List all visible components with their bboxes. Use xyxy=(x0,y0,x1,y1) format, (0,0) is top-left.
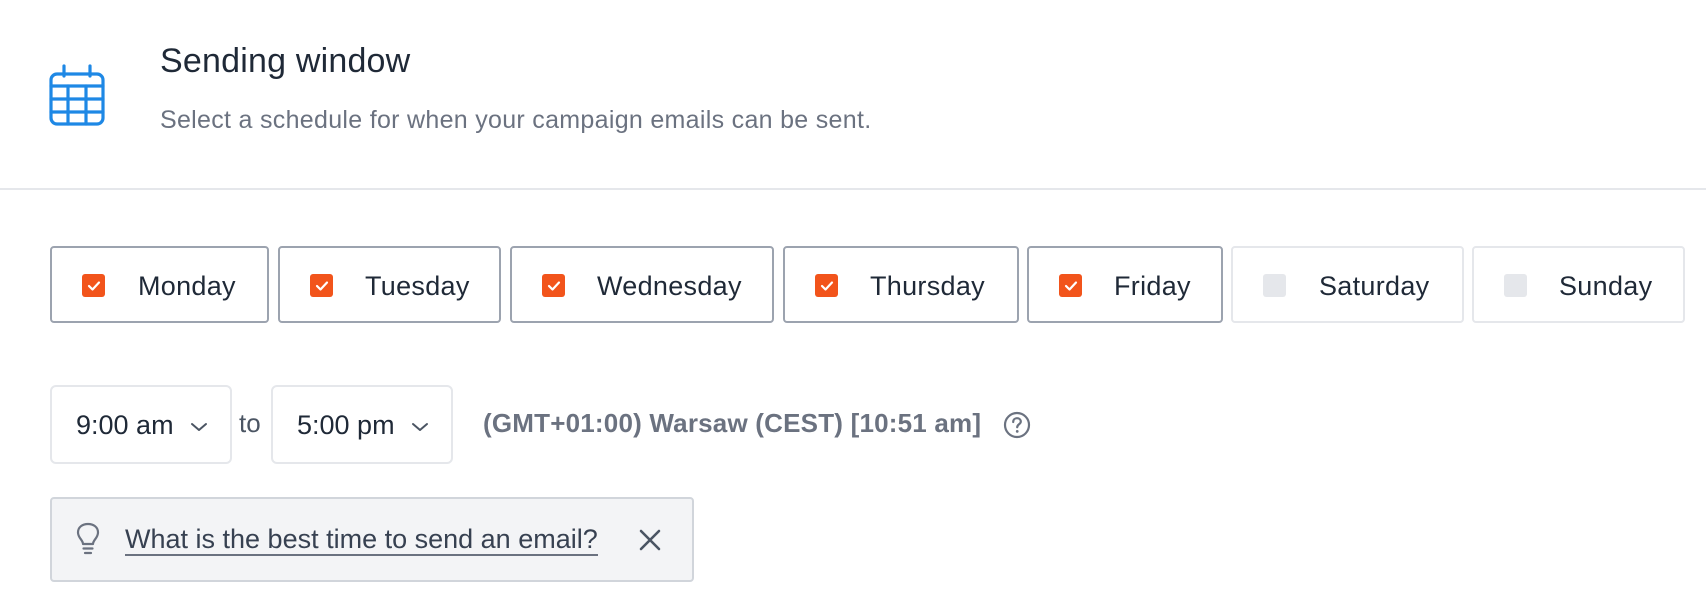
end-time-value: 5:00 pm xyxy=(297,410,395,440)
day-toggle-tuesday[interactable]: Tuesday xyxy=(278,246,501,323)
day-checkbox[interactable] xyxy=(82,274,105,297)
day-toggle-sunday[interactable]: Sunday xyxy=(1472,246,1685,323)
day-toggle-friday[interactable]: Friday xyxy=(1027,246,1223,323)
close-icon[interactable] xyxy=(638,528,662,552)
day-checkbox[interactable] xyxy=(815,274,838,297)
checkmark-icon xyxy=(87,280,100,291)
chevron-down-icon xyxy=(412,423,428,431)
section-title: Sending window xyxy=(160,42,411,80)
day-toggle-wednesday[interactable]: Wednesday xyxy=(510,246,774,323)
end-time-select[interactable]: 5:00 pm xyxy=(271,385,453,464)
day-label: Monday xyxy=(138,271,236,301)
section-header: Sending window Select a schedule for whe… xyxy=(0,0,1706,190)
start-time-value: 9:00 am xyxy=(76,410,174,440)
day-checkbox[interactable] xyxy=(542,274,565,297)
checkmark-icon xyxy=(1064,280,1077,291)
timezone-label: (GMT+01:00) Warsaw (CEST) [10:51 am] xyxy=(483,408,982,438)
checkmark-icon xyxy=(547,280,560,291)
day-toggle-saturday[interactable]: Saturday xyxy=(1231,246,1464,323)
day-label: Friday xyxy=(1114,271,1191,301)
calendar-icon xyxy=(49,64,105,126)
day-checkbox[interactable] xyxy=(1059,274,1082,297)
day-checkbox[interactable] xyxy=(310,274,333,297)
checkmark-icon xyxy=(315,280,328,291)
day-label: Saturday xyxy=(1319,271,1430,301)
start-time-select[interactable]: 9:00 am xyxy=(50,385,232,464)
day-label: Sunday xyxy=(1559,271,1653,301)
help-icon[interactable] xyxy=(1003,411,1031,439)
section-subtitle: Select a schedule for when your campaign… xyxy=(160,106,872,134)
time-range-separator: to xyxy=(239,408,261,438)
chevron-down-icon xyxy=(191,423,207,431)
checkmark-icon xyxy=(820,280,833,291)
lightbulb-icon xyxy=(76,522,100,555)
day-checkbox[interactable] xyxy=(1504,274,1527,297)
best-time-link[interactable]: What is the best time to send an email? xyxy=(125,524,598,556)
tip-banner: What is the best time to send an email? xyxy=(50,497,694,582)
day-toggle-thursday[interactable]: Thursday xyxy=(783,246,1019,323)
day-checkbox[interactable] xyxy=(1263,274,1286,297)
day-toggle-monday[interactable]: Monday xyxy=(50,246,269,323)
day-label: Wednesday xyxy=(597,271,742,301)
day-label: Tuesday xyxy=(365,271,470,301)
day-label: Thursday xyxy=(870,271,985,301)
